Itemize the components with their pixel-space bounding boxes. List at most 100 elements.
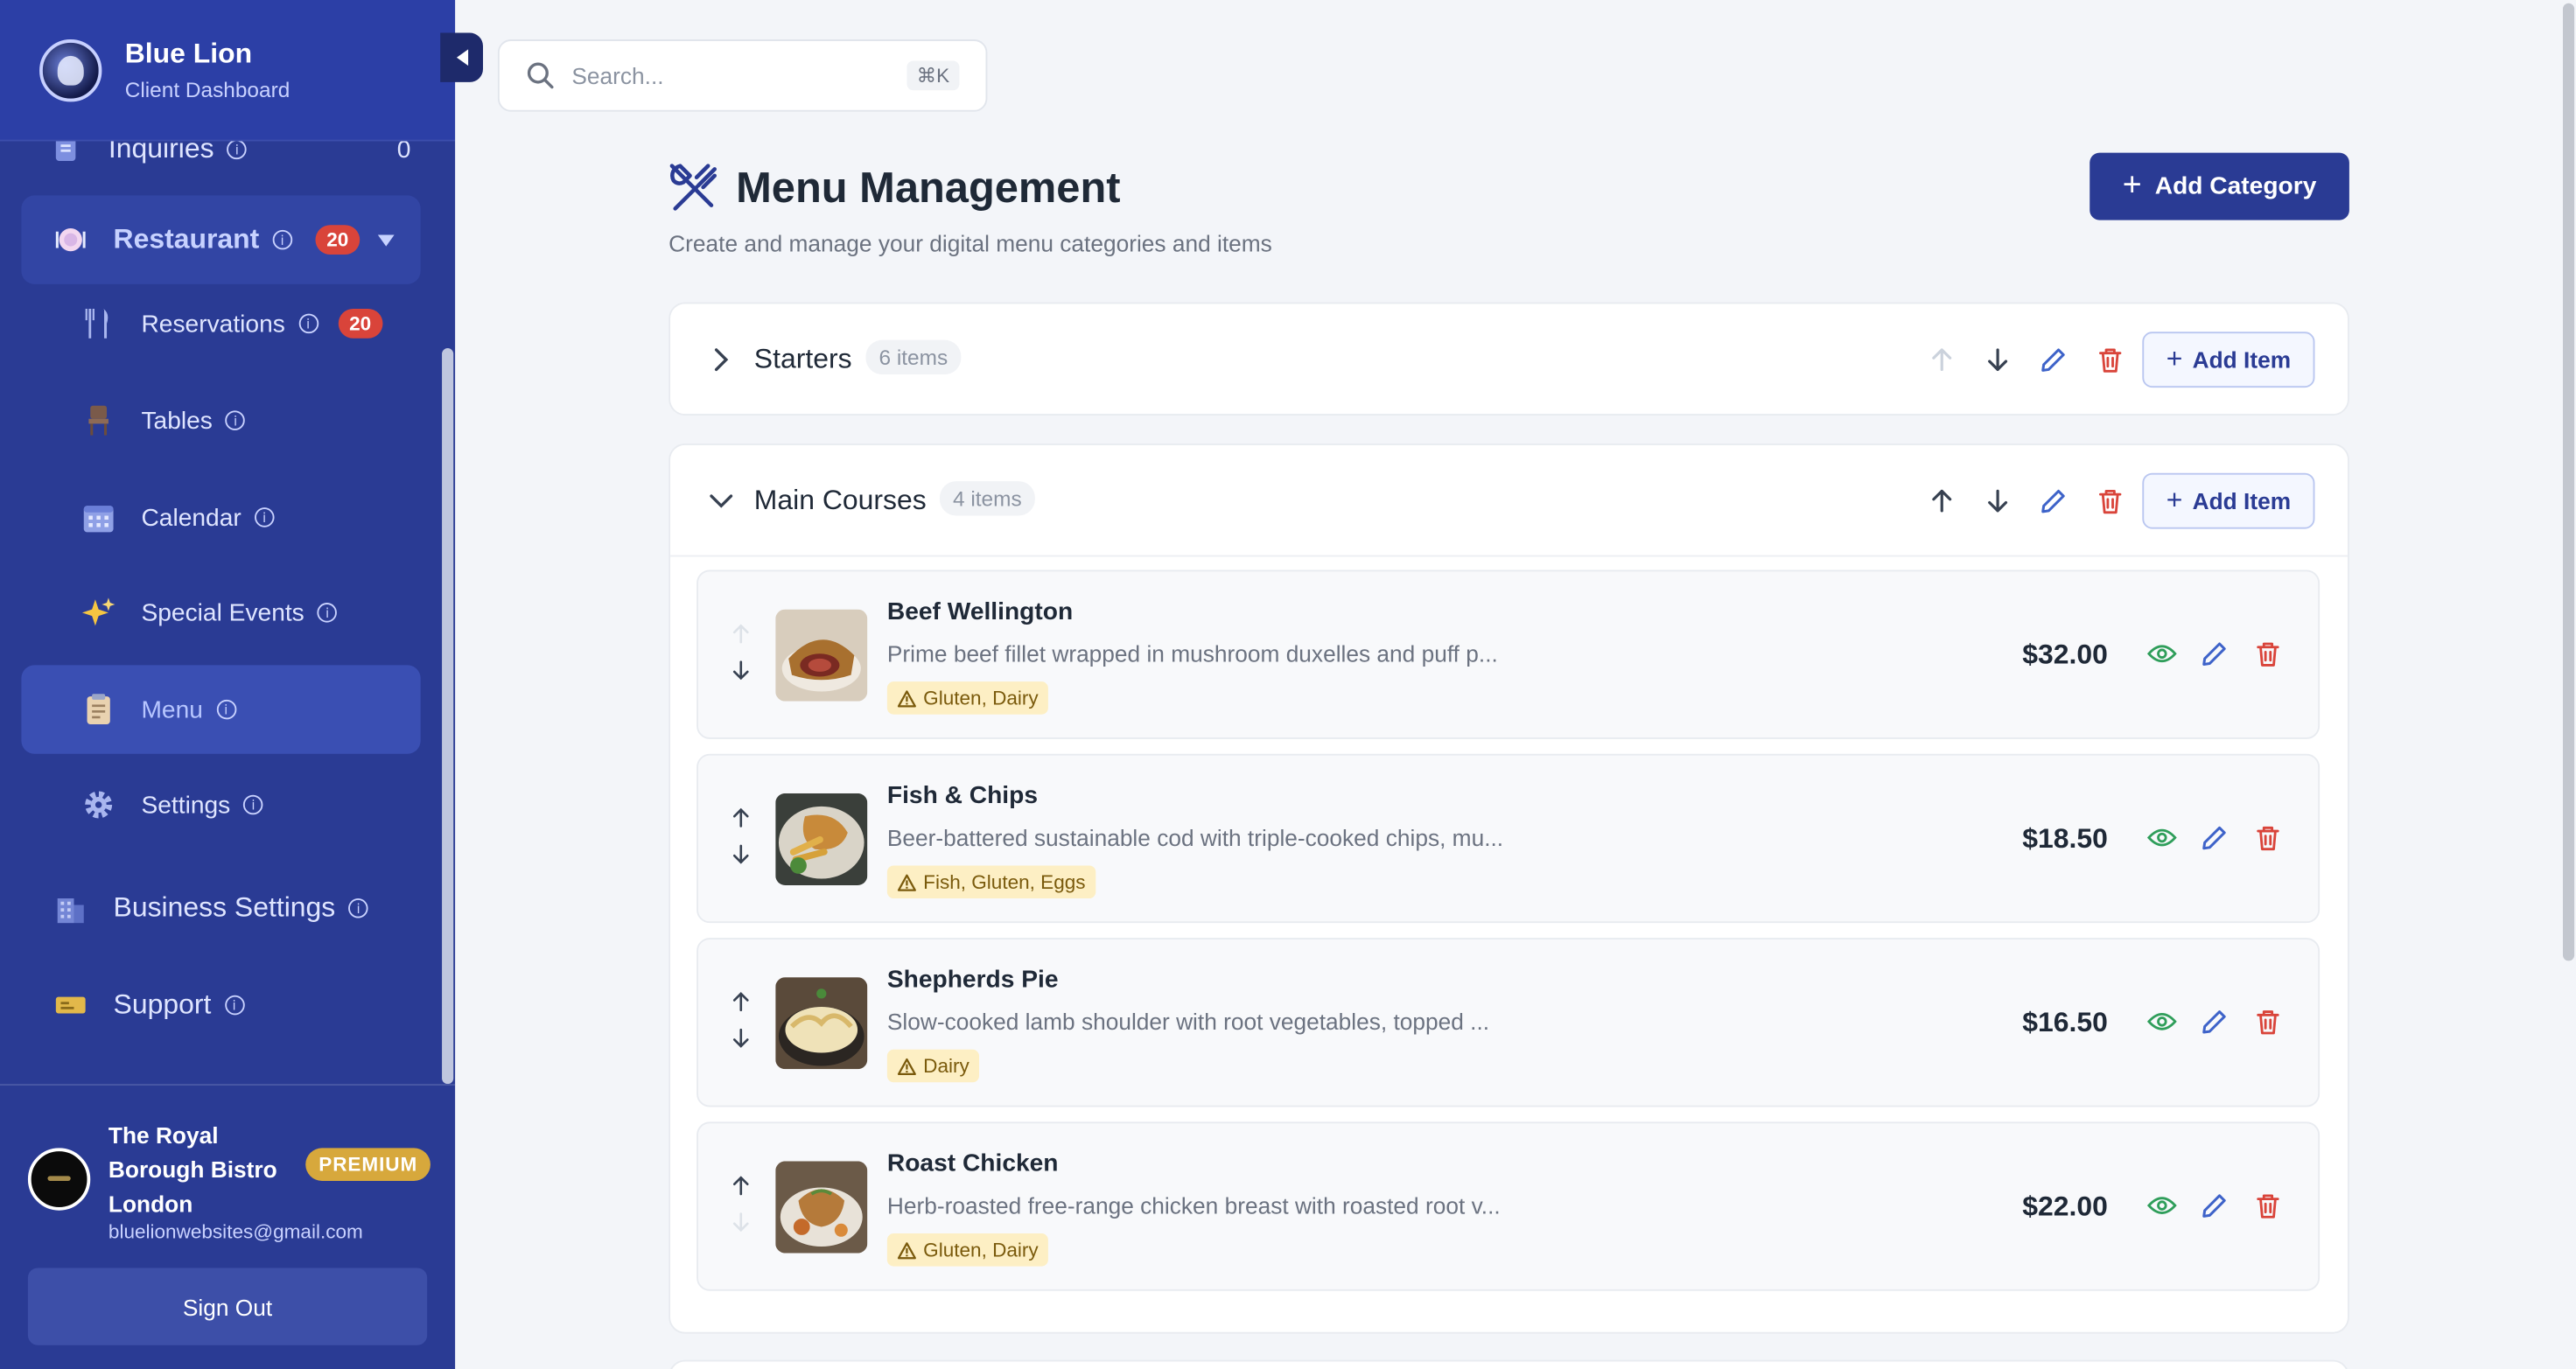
- sidebar-item-settings[interactable]: Settings i: [82, 760, 427, 849]
- calendar-icon: [82, 501, 116, 534]
- move-down-icon[interactable]: [728, 1209, 754, 1235]
- brand-subtitle: Client Dashboard: [124, 77, 290, 102]
- move-down-icon[interactable]: [728, 1025, 754, 1051]
- allergen-badge: Dairy: [886, 1049, 980, 1083]
- sidebar-item-tables[interactable]: Tables i: [82, 376, 427, 464]
- move-down-icon[interactable]: [728, 841, 754, 867]
- user-email: bluelionwebsites@gmail.com: [108, 1220, 363, 1244]
- sidebar-item-calendar[interactable]: Calendar i: [82, 473, 427, 562]
- category-card-next: [668, 1359, 2349, 1369]
- category-name[interactable]: Main Courses: [754, 485, 927, 518]
- info-icon: i: [348, 898, 368, 918]
- search-shortcut: ⌘K: [906, 60, 960, 91]
- item-description: Beer-battered sustainable cod with tripl…: [886, 824, 1504, 851]
- sidebar-item-reservations[interactable]: Reservations i 20: [82, 279, 427, 367]
- sidebar-item-label: Reservations: [141, 309, 285, 338]
- sidebar-item-label: Tables: [141, 406, 213, 435]
- item-price: $18.50: [2022, 822, 2108, 855]
- edit-pencil-icon[interactable]: [2200, 1007, 2230, 1037]
- edit-pencil-icon[interactable]: [2200, 1191, 2230, 1220]
- eye-icon[interactable]: [2146, 639, 2177, 668]
- search-icon: [527, 62, 554, 89]
- move-up-icon[interactable]: [1927, 486, 1956, 516]
- trash-icon[interactable]: [2095, 486, 2124, 516]
- item-price: $16.50: [2022, 1006, 2108, 1038]
- move-up-icon[interactable]: [728, 1173, 754, 1199]
- move-down-icon[interactable]: [1983, 345, 2012, 374]
- add-item-button[interactable]: + Add Item: [2142, 332, 2315, 388]
- search-input[interactable]: [571, 62, 885, 89]
- move-up-icon[interactable]: [728, 988, 754, 1015]
- menu-item-row: Shepherds Pie Slow-cooked lamb shoulder …: [696, 938, 2320, 1107]
- item-description: Prime beef fillet wrapped in mushroom du…: [886, 640, 1498, 667]
- edit-pencil-icon[interactable]: [2039, 345, 2068, 374]
- move-up-icon[interactable]: [728, 621, 754, 647]
- eye-icon[interactable]: [2146, 823, 2177, 853]
- add-category-button[interactable]: + Add Category: [2090, 152, 2349, 220]
- edit-pencil-icon[interactable]: [2039, 486, 2068, 516]
- gear-icon: [82, 788, 116, 821]
- menu-item-row: Roast Chicken Herb-roasted free-range ch…: [696, 1121, 2320, 1291]
- item-photo: [775, 609, 868, 702]
- caret-left-icon: [456, 49, 468, 66]
- eye-icon[interactable]: [2146, 1191, 2177, 1220]
- move-down-icon[interactable]: [1983, 486, 2012, 516]
- edit-pencil-icon[interactable]: [2200, 639, 2230, 668]
- sidebar-item-menu[interactable]: Menu i: [21, 665, 421, 754]
- warning-icon: [897, 1241, 916, 1259]
- category-header: Starters 6 items + Add Item: [670, 304, 2348, 416]
- move-up-icon[interactable]: [1927, 345, 1956, 374]
- restaurant-icon: [54, 223, 88, 256]
- item-price: $22.00: [2022, 1191, 2108, 1222]
- trash-icon[interactable]: [2095, 345, 2124, 374]
- page-title: Menu Management: [736, 162, 1121, 213]
- sidebar-scrollbar[interactable]: [442, 348, 454, 1085]
- trash-icon[interactable]: [2252, 1191, 2282, 1220]
- category-header: Main Courses 4 items + Add Item: [670, 445, 2348, 557]
- page-scrollbar[interactable]: [2562, 3, 2575, 961]
- sidebar-item-label: Settings: [141, 791, 231, 819]
- page-subtitle: Create and manage your digital menu cate…: [668, 229, 1272, 256]
- info-icon: i: [243, 794, 263, 815]
- allergen-text: Fish, Gluten, Eggs: [923, 870, 1086, 894]
- building-icon: [54, 892, 88, 925]
- trash-icon[interactable]: [2252, 823, 2282, 853]
- sidebar-item-support[interactable]: Support i: [54, 960, 427, 1049]
- org-name: The Royal Borough Bistro London: [108, 1121, 277, 1218]
- plus-icon: +: [2166, 343, 2183, 375]
- sidebar-item-label: Restaurant: [113, 223, 260, 255]
- chevron-down-icon[interactable]: [710, 490, 733, 513]
- warning-icon: [897, 689, 916, 707]
- info-icon: i: [227, 139, 248, 160]
- sidebar-item-restaurant[interactable]: Restaurant i 20: [21, 195, 421, 284]
- trash-icon[interactable]: [2252, 639, 2282, 668]
- chevron-down-icon[interactable]: [377, 234, 395, 246]
- item-price: $32.00: [2022, 639, 2108, 671]
- info-icon: i: [254, 507, 275, 527]
- edit-pencil-icon[interactable]: [2200, 823, 2230, 853]
- item-count-badge: 4 items: [939, 481, 1035, 516]
- sidebar-item-special-events[interactable]: Special Events i: [81, 569, 427, 657]
- move-down-icon[interactable]: [728, 657, 754, 683]
- sidebar-item-business-settings[interactable]: Business Settings i: [54, 864, 427, 953]
- sidebar: Inquiries i 0 Restaurant i 20 Reservatio…: [0, 0, 456, 1369]
- add-item-button[interactable]: + Add Item: [2142, 472, 2315, 529]
- menu-item-row: Fish & Chips Beer-battered sustainable c…: [696, 753, 2320, 924]
- allergen-text: Dairy: [923, 1054, 970, 1078]
- reorder-arrows: [728, 1173, 754, 1246]
- sidebar-item-label: Menu: [141, 695, 203, 724]
- trash-icon[interactable]: [2252, 1007, 2282, 1037]
- reorder-arrows: [728, 805, 754, 877]
- item-name: Shepherds Pie: [886, 965, 1059, 994]
- reorder-arrows: [728, 621, 754, 694]
- eye-icon[interactable]: [2146, 1007, 2177, 1037]
- sign-out-button[interactable]: Sign Out: [27, 1268, 428, 1345]
- category-name[interactable]: Starters: [754, 343, 852, 376]
- chevron-right-icon[interactable]: [710, 348, 732, 372]
- sidebar-item-label: Calendar: [141, 503, 242, 532]
- search-bar[interactable]: ⌘K: [497, 39, 988, 112]
- info-icon: i: [225, 410, 246, 430]
- collapse-sidebar-button[interactable]: [440, 32, 483, 82]
- move-up-icon[interactable]: [728, 805, 754, 831]
- sidebar-item-label: Special Events: [141, 598, 304, 627]
